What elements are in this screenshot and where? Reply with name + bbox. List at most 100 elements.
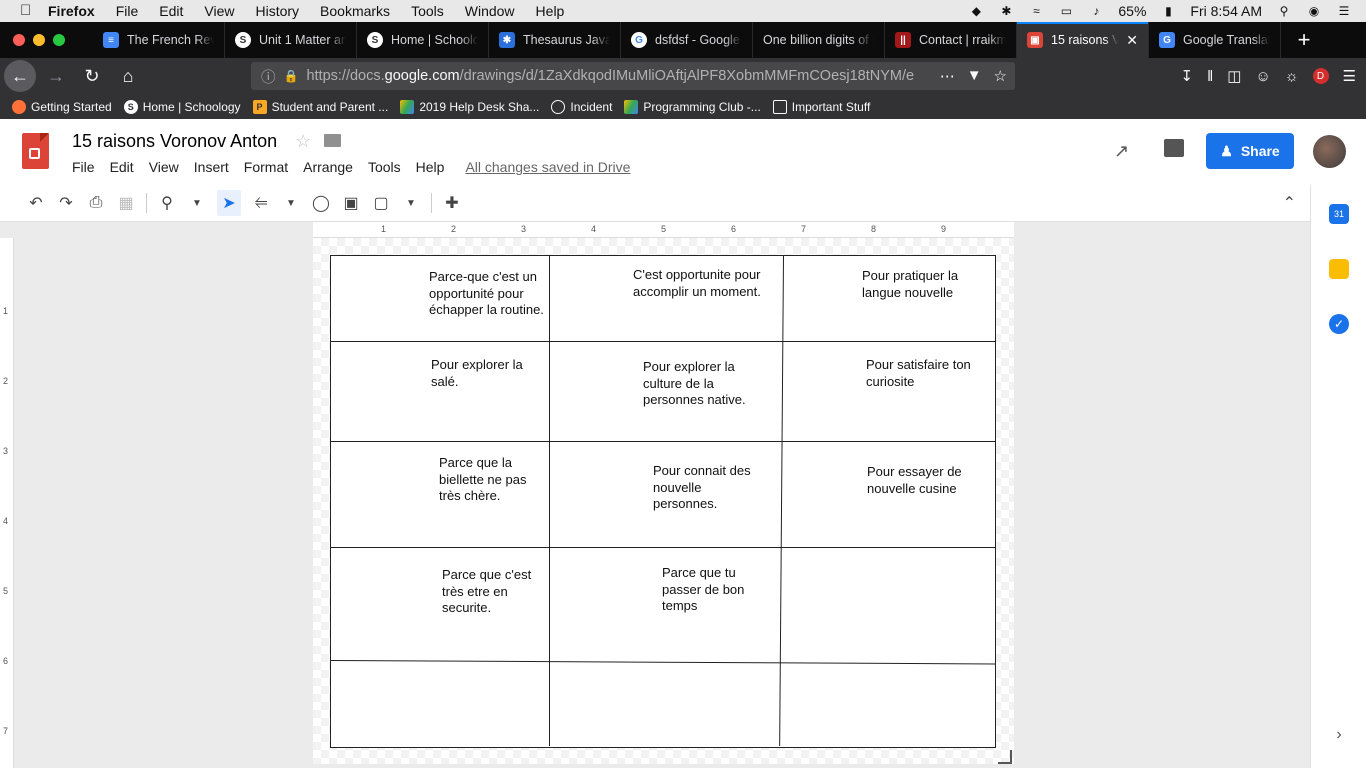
reload-button[interactable]: ↻	[76, 60, 108, 92]
app-menu-format[interactable]: Format	[244, 159, 288, 175]
menu-bookmarks[interactable]: Bookmarks	[320, 3, 390, 19]
bookmark-getting-started[interactable]: Getting Started	[12, 99, 112, 114]
reason-cell[interactable]: Parce-que c'est un opportunité pour écha…	[429, 269, 547, 319]
resize-handle[interactable]	[998, 750, 1012, 764]
clock[interactable]: Fri 8:54 AM	[1190, 3, 1262, 19]
app-menu-arrange[interactable]: Arrange	[303, 159, 353, 175]
reason-cell[interactable]: Parce que c'est très etre en securite.	[442, 567, 542, 617]
lock-icon[interactable]: 🔒	[284, 69, 299, 83]
pocket-icon[interactable]: ▼	[967, 67, 982, 85]
battery-icon[interactable]: ▮	[1160, 4, 1176, 18]
menu-help[interactable]: Help	[536, 3, 565, 19]
share-button[interactable]: ♟ Share	[1206, 133, 1294, 169]
menu-window[interactable]: Window	[465, 3, 515, 19]
tab-billion-digits-pi[interactable]: One billion digits of pi	[753, 22, 885, 58]
reason-cell[interactable]: Pour connait des nouvelle personnes.	[653, 463, 763, 513]
apple-icon[interactable]: 	[20, 3, 34, 19]
bookmark-incident[interactable]: Incident	[551, 99, 612, 114]
image-tool-icon[interactable]: ▢	[371, 193, 391, 213]
menu-app-firefox[interactable]: Firefox	[48, 3, 95, 19]
hamburger-menu-icon[interactable]: ☰	[1343, 67, 1356, 85]
close-tab-icon[interactable]: ✕	[1126, 32, 1138, 49]
save-status[interactable]: All changes saved in Drive	[465, 159, 630, 175]
move-folder-icon[interactable]	[324, 134, 341, 147]
app-menu-help[interactable]: Help	[416, 159, 445, 175]
zoom-dropdown-icon[interactable]: ▼	[187, 193, 207, 213]
new-tab-button[interactable]: +	[1289, 27, 1319, 53]
downloads-icon[interactable]: ↧	[1181, 67, 1194, 85]
spotlight-icon[interactable]: ⚲	[1276, 4, 1292, 18]
tab-15-raisons[interactable]: ▣ 15 raisons Vor ✕	[1017, 22, 1149, 58]
shape-tool-icon[interactable]: ◯	[311, 193, 331, 213]
reason-cell[interactable]: Pour satisfaire ton curiosite	[866, 357, 984, 390]
bookmark-student-parent[interactable]: P Student and Parent ...	[252, 99, 388, 114]
keep-icon[interactable]	[1329, 259, 1349, 279]
bookmark-programming-club[interactable]: Programming Club -...	[624, 99, 761, 114]
reason-cell[interactable]: Parce que tu passer de bon temps	[662, 565, 757, 615]
horizontal-ruler[interactable]: 1 2 3 4 5 6 7 8 9	[313, 222, 1014, 238]
home-button[interactable]: ⌂	[112, 60, 144, 92]
vpn-extension-icon[interactable]: ☼	[1285, 68, 1299, 85]
airplay-icon[interactable]: ▭	[1058, 4, 1074, 18]
menu-history[interactable]: History	[255, 3, 299, 19]
volume-icon[interactable]: ♪	[1088, 4, 1104, 18]
bookmark-star-icon[interactable]: ☆	[994, 67, 1007, 85]
bluetooth-icon[interactable]: ✱	[998, 4, 1014, 18]
reason-cell[interactable]: Pour explorer la culture de la personnes…	[643, 359, 751, 409]
line-dropdown-icon[interactable]: ▼	[281, 193, 301, 213]
reason-cell[interactable]: Pour pratiquer la langue nouvelle	[862, 268, 977, 301]
add-comment-icon[interactable]: ✚	[442, 193, 462, 213]
close-window-button[interactable]	[13, 34, 25, 46]
tab-home-schoology[interactable]: S Home | Schoolog	[357, 22, 489, 58]
bookmark-help-desk[interactable]: 2019 Help Desk Sha...	[400, 99, 539, 114]
star-icon[interactable]: ☆	[295, 131, 311, 152]
line-tool-icon[interactable]: ⥢	[251, 193, 271, 213]
account-icon[interactable]: ☺	[1255, 68, 1270, 85]
paint-format-icon[interactable]: ▦	[116, 193, 136, 213]
reason-cell[interactable]: Pour essayer de nouvelle cusine	[867, 464, 977, 497]
tab-thesaurus[interactable]: ✱ Thesaurus Javas	[489, 22, 621, 58]
wifi-icon[interactable]: ≈	[1028, 4, 1044, 18]
text-box-icon[interactable]: ▣	[341, 193, 361, 213]
zoom-icon[interactable]: ⚲	[157, 193, 177, 213]
tab-contact[interactable]: || Contact | rraikma	[885, 22, 1017, 58]
tab-french-revolution[interactable]: ≡ The French Revo	[93, 22, 225, 58]
sidebar-icon[interactable]: ◫	[1227, 67, 1241, 85]
vertical-ruler[interactable]: 1 2 3 4 5 6 7	[0, 238, 14, 768]
library-icon[interactable]: ‖	[1207, 68, 1213, 85]
tasks-icon[interactable]: ✓	[1329, 314, 1349, 334]
select-cursor-icon[interactable]: ➤	[217, 190, 241, 216]
bookmark-important-stuff[interactable]: Important Stuff	[772, 99, 870, 114]
collapse-toolbar-icon[interactable]: ⌃	[1283, 193, 1296, 213]
back-button[interactable]: ←	[4, 60, 36, 92]
page-actions-icon[interactable]: ⋯	[940, 67, 955, 85]
battery-percent[interactable]: 65%	[1118, 3, 1146, 19]
tab-google-search[interactable]: G dsfdsf - Google S	[621, 22, 753, 58]
menu-file[interactable]: File	[116, 3, 139, 19]
app-menu-tools[interactable]: Tools	[368, 159, 401, 175]
comments-icon[interactable]	[1164, 139, 1184, 157]
menu-tools[interactable]: Tools	[411, 3, 444, 19]
forward-button[interactable]: →	[40, 60, 72, 92]
siri-icon[interactable]: ◉	[1306, 4, 1322, 18]
menu-edit[interactable]: Edit	[159, 3, 183, 19]
image-dropdown-icon[interactable]: ▼	[401, 193, 421, 213]
reason-cell[interactable]: Pour explorer la salé.	[431, 357, 536, 390]
reason-cell[interactable]: C'est opportunite pour accomplir un mome…	[633, 267, 773, 300]
document-title[interactable]: 15 raisons Voronov Anton	[72, 131, 277, 152]
expand-panel-icon[interactable]: ›	[1329, 726, 1349, 746]
print-icon[interactable]: ⎙	[86, 193, 106, 213]
url-bar[interactable]: ⓘ 🔒 https://docs. google.com/drawings/d/1…	[251, 62, 1015, 90]
extension-d-icon[interactable]: D	[1312, 68, 1329, 84]
app-menu-insert[interactable]: Insert	[194, 159, 229, 175]
menu-view[interactable]: View	[204, 3, 234, 19]
zoom-window-button[interactable]	[53, 34, 65, 46]
reason-cell[interactable]: Parce que la biellette ne pas très chère…	[439, 455, 539, 505]
activity-trend-icon[interactable]: ↗	[1114, 141, 1129, 162]
dropbox-icon[interactable]: ◆	[968, 4, 984, 18]
drawings-logo-icon[interactable]	[22, 133, 49, 169]
undo-icon[interactable]: ↶	[26, 193, 46, 213]
minimize-window-button[interactable]	[33, 34, 45, 46]
avatar[interactable]	[1313, 135, 1346, 168]
app-menu-view[interactable]: View	[149, 159, 179, 175]
